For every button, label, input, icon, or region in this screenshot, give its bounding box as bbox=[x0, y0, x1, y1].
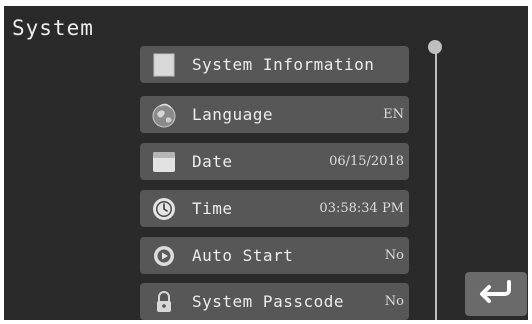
menu-item-value: No bbox=[384, 248, 404, 263]
back-button[interactable] bbox=[465, 272, 527, 316]
menu-item-label: System Information bbox=[192, 55, 375, 74]
menu-item-auto-start[interactable]: Auto Start No bbox=[140, 237, 409, 274]
menu-item-label: Time bbox=[192, 199, 233, 218]
menu-item-label: System Passcode bbox=[192, 292, 344, 311]
menu-item-label: Date bbox=[192, 152, 233, 171]
photo-frame: System System Information Language EN Da… bbox=[0, 0, 532, 324]
scrollbar-thumb[interactable] bbox=[428, 40, 442, 54]
device-screen: System System Information Language EN Da… bbox=[4, 6, 528, 320]
page-title: System bbox=[12, 16, 94, 40]
clock-icon bbox=[150, 195, 178, 223]
menu-item-value: 03:58:34 PM bbox=[319, 201, 404, 216]
lock-icon bbox=[150, 288, 178, 316]
menu-item-system-information[interactable]: System Information bbox=[140, 46, 409, 83]
menu-item-value: EN bbox=[383, 107, 404, 122]
menu-item-system-passcode[interactable]: System Passcode No bbox=[140, 283, 409, 320]
info-square-icon bbox=[150, 51, 178, 79]
menu-item-date[interactable]: Date 06/15/2018 bbox=[140, 143, 409, 180]
play-icon bbox=[150, 242, 178, 270]
menu-item-language[interactable]: Language EN bbox=[140, 96, 409, 133]
menu-item-label: Language bbox=[192, 105, 274, 124]
globe-icon bbox=[150, 101, 178, 129]
menu-item-value: 06/15/2018 bbox=[329, 154, 404, 169]
menu-item-value: No bbox=[384, 294, 404, 309]
calendar-icon bbox=[150, 148, 178, 176]
menu-item-label: Auto Start bbox=[192, 246, 294, 265]
return-arrow-icon bbox=[477, 280, 515, 308]
scrollbar-track[interactable] bbox=[435, 42, 437, 320]
menu-item-time[interactable]: Time 03:58:34 PM bbox=[140, 190, 409, 227]
